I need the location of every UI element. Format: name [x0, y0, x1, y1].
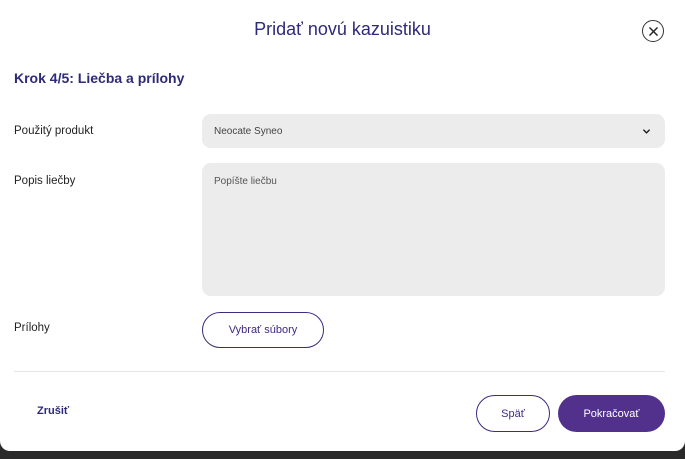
close-button[interactable] [642, 20, 664, 42]
select-files-button[interactable]: Vybrať súbory [202, 312, 324, 348]
step-title: Krok 4/5: Liečba a prílohy [14, 70, 185, 86]
cancel-link[interactable]: Zrušiť [37, 405, 69, 417]
close-icon [648, 26, 658, 36]
chevron-down-icon [643, 128, 650, 134]
treatment-placeholder: Popíšte liečbu [214, 176, 277, 187]
treatment-textarea[interactable]: Popíšte liečbu [202, 163, 665, 296]
product-select-value: Neocate Syneo [214, 125, 283, 137]
treatment-label: Popis liečby [14, 175, 76, 187]
back-button[interactable]: Späť [476, 395, 550, 432]
add-case-modal: Pridať novú kazuistiku Krok 4/5: Liečba … [0, 0, 685, 451]
product-label: Použitý produkt [14, 125, 94, 137]
modal-title: Pridať novú kazuistiku [254, 19, 431, 39]
continue-button[interactable]: Pokračovať [558, 395, 665, 432]
attachments-label: Prílohy [14, 322, 50, 334]
product-select[interactable]: Neocate Syneo [202, 114, 665, 148]
footer-divider [14, 371, 665, 372]
